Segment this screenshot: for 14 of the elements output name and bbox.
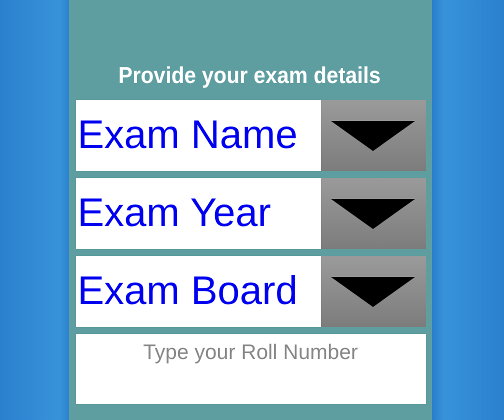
dropdown[interactable]: Exam Name <box>76 100 426 171</box>
dropdown-label: Exam Name <box>76 112 299 159</box>
caret-icon <box>331 198 415 228</box>
dropdown-button[interactable] <box>320 178 426 249</box>
caret-icon <box>331 120 415 150</box>
dropdown[interactable]: Exam Year <box>76 178 426 249</box>
roll-number-field[interactable]: Type your Roll Number <box>76 334 426 404</box>
dropdown-label: Exam Year <box>76 190 272 237</box>
dropdown-label: Exam Board <box>76 268 299 315</box>
caret-icon <box>331 276 415 306</box>
dropdown-button[interactable] <box>320 100 426 171</box>
dropdown-button[interactable] <box>320 256 426 327</box>
dropdown[interactable]: Exam Board <box>76 256 426 327</box>
form-heading: Provide your exam details <box>118 62 382 89</box>
